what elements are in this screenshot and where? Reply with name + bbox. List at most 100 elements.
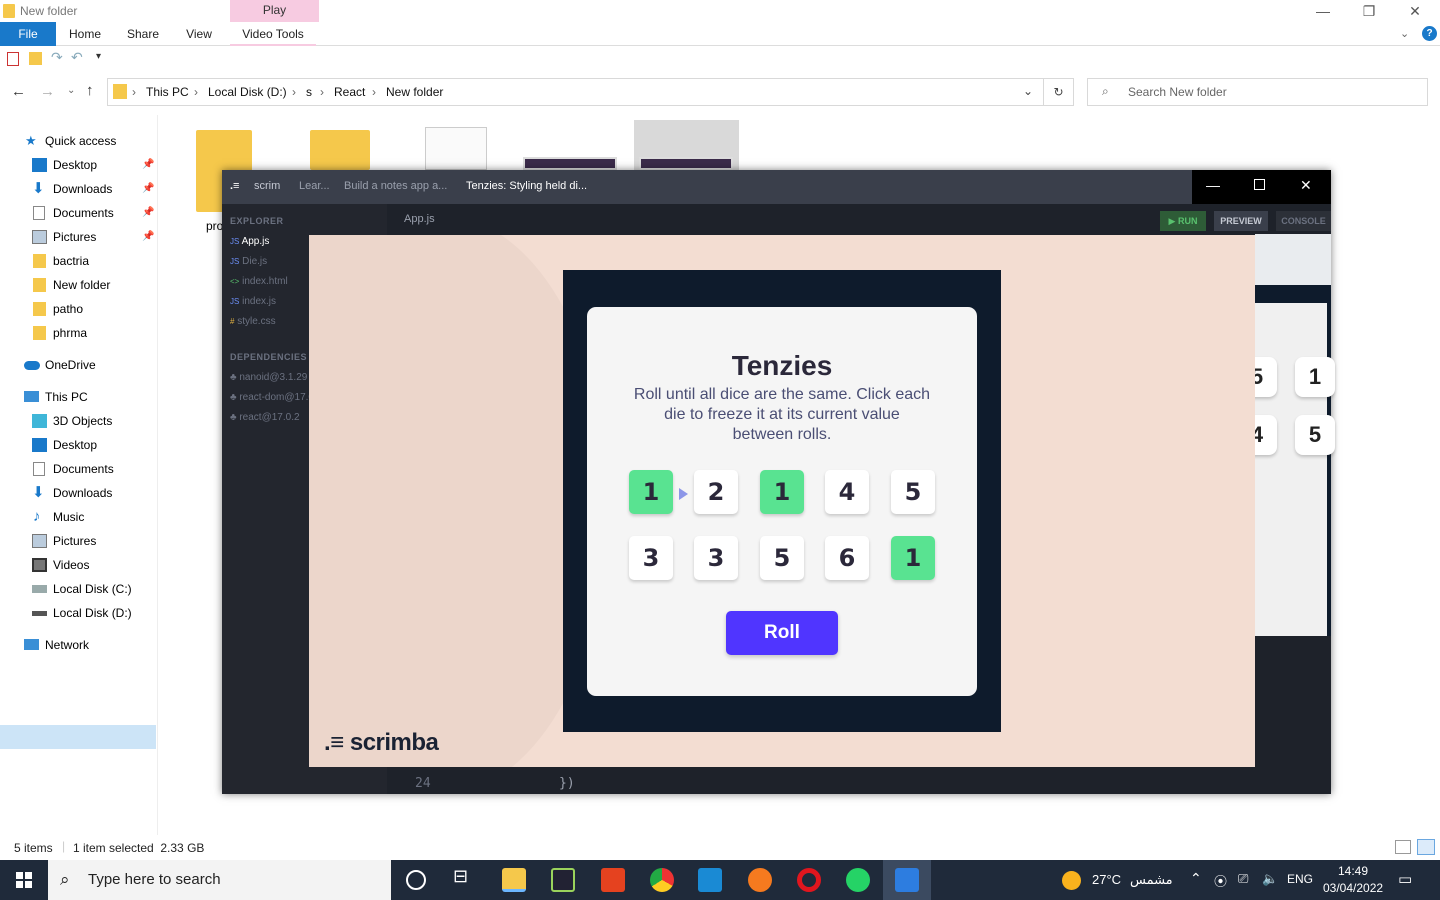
recent-locations-icon[interactable]: ⌄ [67,85,75,96]
details-view-icon[interactable] [1395,840,1411,854]
nav-item-pictures[interactable]: Pictures 📌 [0,225,156,249]
cortana-icon[interactable] [406,870,426,890]
nav-item-patho[interactable]: patho [0,297,156,321]
app-icon[interactable] [551,868,575,892]
file-explorer-icon[interactable] [502,868,526,892]
show-hidden-icons-icon[interactable]: ⌃ [1190,870,1202,887]
clock-date[interactable]: 03/04/2022 [1323,881,1383,895]
restore-button[interactable]: ❐ [1346,0,1392,22]
maximize-icon[interactable] [1254,179,1265,190]
taskbar-search[interactable]: ⌕ Type here to search [48,860,391,900]
breadcrumb-local-disk[interactable]: Local Disk (D:) [208,85,287,99]
weather-temperature[interactable]: 27°C [1092,872,1121,887]
dependency-item[interactable]: ♣ react-dom@17.0.2 [230,392,310,403]
scrim-video-overlay[interactable]: Tenzies Roll until all dice are the same… [309,235,1255,767]
breadcrumb-new-folder[interactable]: New folder [386,85,443,99]
file-index-html[interactable]: <> index.html [230,276,288,287]
large-icons-view-icon[interactable] [1417,839,1435,855]
folder-thumbnail[interactable] [310,130,370,170]
nav-this-pc[interactable]: This PC [0,385,156,409]
active-app-highlight[interactable] [883,860,931,900]
die[interactable]: 5 [891,470,935,514]
breadcrumb-s[interactable]: s [306,85,312,99]
clock-time[interactable]: 14:49 [1338,864,1368,878]
whatsapp-icon[interactable] [846,868,870,892]
die[interactable]: 5 [760,536,804,580]
up-icon[interactable]: ↑ [86,82,94,99]
nav-item-bactria[interactable]: bactria [0,249,156,273]
file-thumbnail[interactable] [425,127,487,170]
customize-toolbar-icon[interactable]: ▾ [96,51,101,62]
nav-quick-access[interactable]: ★ Quick access [0,129,156,153]
new-folder-icon[interactable] [29,52,42,65]
close-icon[interactable]: ✕ [1300,177,1312,194]
file-app-js[interactable]: JS App.js [230,236,269,247]
run-button[interactable]: ▶ RUN [1160,211,1206,231]
back-icon[interactable]: ← [11,83,26,100]
address-bar[interactable]: › This PC › Local Disk (D:) › s › React … [107,78,1044,106]
tab-video-tools[interactable]: Video Tools [230,22,316,46]
windows-start-icon[interactable] [16,872,32,888]
volume-icon[interactable]: 🔈 [1262,871,1278,887]
die[interactable]: 1 [760,470,804,514]
breadcrumb-learn[interactable]: Lear... [299,180,330,192]
die[interactable]: 4 [825,470,869,514]
notifications-icon[interactable]: ▭ [1398,870,1412,888]
address-dropdown-icon[interactable]: ⌄ [1023,84,1033,98]
nav-item-desktop[interactable]: Desktop 📌 [0,153,156,177]
die[interactable]: 1 [629,470,673,514]
nav-item-phrma[interactable]: phrma [0,321,156,345]
weather-description[interactable]: مشمس [1130,872,1173,888]
language-indicator[interactable]: ENG [1287,872,1313,886]
dependency-item[interactable]: ♣ react@17.0.2 [230,412,310,423]
network-icon[interactable]: ⎚ [1238,871,1248,887]
ribbon-expand-icon[interactable]: ⌄ [1400,27,1409,40]
forward-icon[interactable]: → [40,83,55,100]
tab-view[interactable]: View [176,22,222,46]
firefox-icon[interactable] [748,868,772,892]
minimize-button[interactable]: — [1300,0,1346,22]
nav-item-downloads[interactable]: ⬇ Downloads 📌 [0,177,156,201]
nav-item-documents[interactable]: Documents 📌 [0,201,156,225]
redo-icon[interactable]: ↷ [51,49,63,66]
breadcrumb-scrim[interactable]: scrim [254,180,280,192]
tab-share[interactable]: Share [120,22,166,46]
die[interactable]: 6 [825,536,869,580]
roll-button[interactable]: Roll [726,611,838,655]
nav-item-pc-pictures[interactable]: Pictures [0,529,156,553]
nav-network[interactable]: Network [0,633,156,657]
preview-button[interactable]: PREVIEW [1214,211,1268,231]
meet-icon[interactable]: ⦿ [1214,871,1227,890]
die[interactable]: 3 [694,536,738,580]
nav-item-pc-desktop[interactable]: Desktop [0,433,156,457]
nav-item-3d-objects[interactable]: 3D Objects [0,409,156,433]
nav-item-pc-documents[interactable]: Documents [0,457,156,481]
chrome-icon[interactable] [650,868,674,892]
breadcrumb-this-pc[interactable]: This PC [146,85,189,99]
nav-onedrive[interactable]: OneDrive [0,353,156,377]
help-icon[interactable]: ? [1422,26,1437,41]
nav-item-music[interactable]: ♪ Music [0,505,156,529]
dependency-item[interactable]: ♣ nanoid@3.1.29 [230,372,310,383]
task-view-icon[interactable]: ⊟ [453,866,477,890]
breadcrumb-course[interactable]: Build a notes app a... [344,180,447,192]
die[interactable]: 3 [629,536,673,580]
nav-item-videos[interactable]: Videos [0,553,156,577]
close-button[interactable]: ✕ [1392,0,1438,22]
console-button[interactable]: CONSOLE [1276,211,1331,231]
weather-sun-icon[interactable] [1062,871,1081,890]
vscode-icon[interactable] [698,868,722,892]
refresh-icon[interactable]: ↻ [1043,78,1074,106]
nav-item-new-folder[interactable]: New folder [0,273,156,297]
undo-icon[interactable]: ↶ [71,49,83,66]
file-die-js[interactable]: JS Die.js [230,256,267,267]
nav-item-local-disk-c[interactable]: Local Disk (C:) [0,577,156,601]
minimize-icon[interactable]: — [1206,177,1220,193]
tab-app-js[interactable]: App.js [404,213,435,225]
search-input[interactable]: ⌕ Search New folder [1087,78,1428,106]
file-style-css[interactable]: # style.css [230,316,276,327]
tab-home[interactable]: Home [60,22,110,46]
die[interactable]: 2 [694,470,738,514]
die[interactable]: 1 [891,536,935,580]
opera-icon[interactable] [797,868,821,892]
